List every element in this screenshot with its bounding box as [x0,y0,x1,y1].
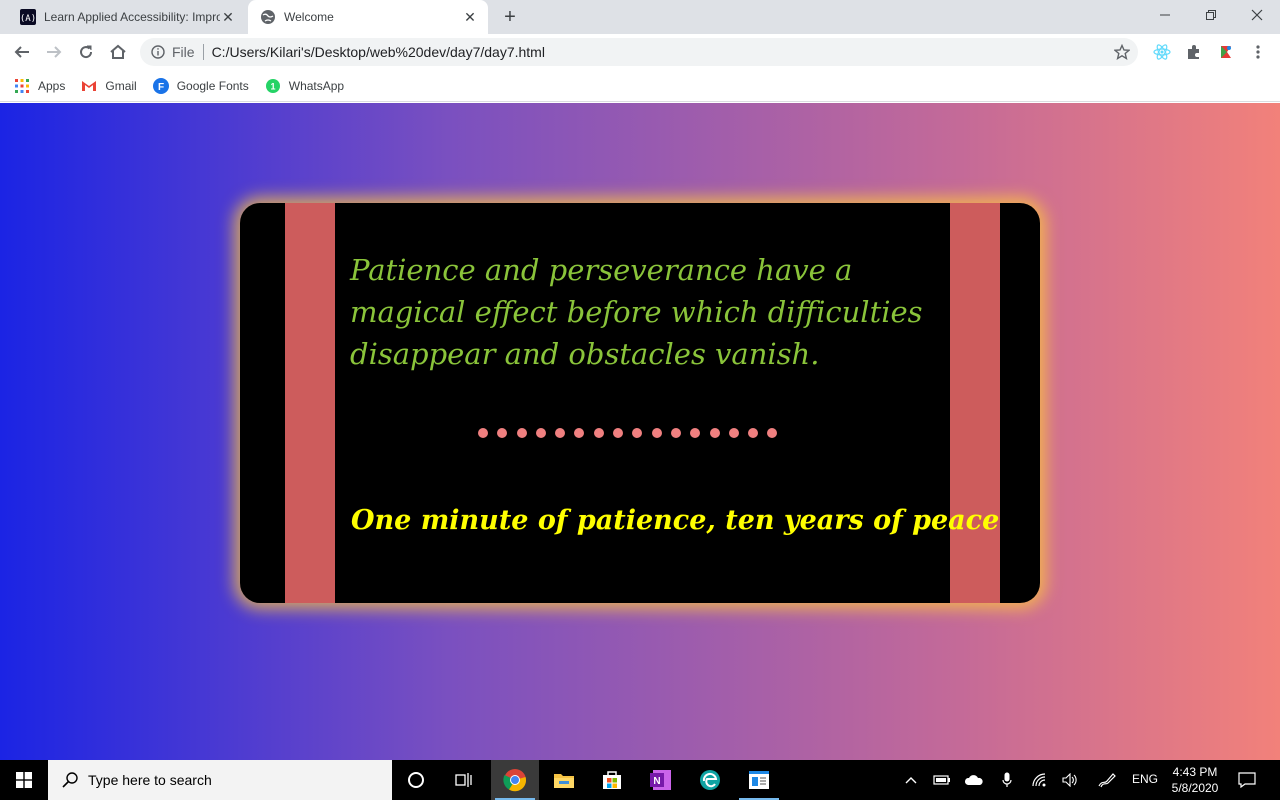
url-text[interactable]: C:/Users/Kilari's/Desktop/web%20dev/day7… [212,44,545,60]
extensions-puzzle-icon[interactable] [1184,42,1204,62]
bookmark-label: Gmail [105,78,137,93]
bookmark-star-icon[interactable] [1114,44,1130,60]
main-quote: Patience and perseverance have a magical… [350,253,923,371]
freecodecamp-icon: (A) [20,9,36,25]
close-icon[interactable]: ✕ [220,9,236,25]
microphone-icon[interactable] [996,760,1018,800]
divider-dot [574,428,585,438]
globe-icon [260,9,276,25]
svg-text:(A): (A) [20,14,36,24]
divider-dot [535,428,546,438]
tab-strip: (A) Learn Applied Accessibility: Impro ✕… [0,0,1280,34]
clock-time: 4:43 PM [1172,765,1218,779]
close-icon[interactable]: ✕ [462,9,478,25]
bookmark-label: Apps [38,78,66,93]
svg-text:1: 1 [270,81,275,91]
file-explorer-icon[interactable] [540,760,588,800]
whatsapp-icon: 1 [265,78,281,94]
search-placeholder: Type here to search [88,772,212,788]
svg-text:F: F [158,82,164,93]
task-view-icon[interactable] [440,760,488,800]
menu-kebab-icon[interactable] [1248,42,1268,62]
svg-text:N: N [653,776,660,787]
divider-dot [709,428,720,438]
onedrive-icon[interactable] [963,760,985,800]
home-icon[interactable] [104,38,132,66]
divider-dot [690,428,701,438]
taskbar-search-box[interactable]: Type here to search [48,760,392,800]
bookmark-label: WhatsApp [288,78,345,93]
info-icon[interactable] [150,44,166,60]
restore-icon[interactable] [1188,0,1234,30]
bookmark-apps[interactable]: Apps [14,78,65,94]
edge-icon[interactable] [686,760,734,800]
bookmark-label: Google Fonts [176,78,249,93]
bookmark-google-fonts[interactable]: F Google Fonts [152,77,249,94]
tab-title: Welcome [284,10,334,24]
address-bar[interactable]: File C:/Users/Kilari's/Desktop/web%20dev… [140,38,1138,66]
divider-dot [497,428,508,438]
forward-icon[interactable] [40,38,68,66]
minimize-icon[interactable] [1142,0,1188,30]
show-hidden-icons-chevron-icon[interactable] [900,760,922,800]
back-icon[interactable] [8,38,36,66]
tab-title: Learn Applied Accessibility: Impro [44,10,220,24]
page-viewport: Patience and perseverance have a magical… [0,103,1280,760]
tab-learn-applied-accessibility[interactable]: (A) Learn Applied Accessibility: Impro ✕ [8,0,246,34]
apps-grid-icon [14,78,30,94]
wifi-icon[interactable] [1029,760,1051,800]
notifications-icon[interactable] [1234,760,1260,800]
new-tab-button[interactable]: + [498,5,522,29]
divider-dot [767,428,778,438]
clock-date: 5/8/2020 [1171,781,1219,795]
divider-dot [593,428,604,438]
battery-icon[interactable] [931,760,953,800]
separator [202,44,204,60]
chrome-taskbar-icon[interactable] [491,760,539,800]
divider-dot [748,428,759,438]
divider-dot [613,428,624,438]
divider-dot [516,428,527,438]
divider-dot [670,428,681,438]
windows-taskbar: Type here to search N ENG 4:43 PM 5/8/20… [0,760,1280,800]
microsoft-store-icon[interactable] [588,760,636,800]
dot-divider [478,428,787,438]
clock[interactable]: 4:43 PM 5/8/2020 [1168,764,1222,796]
react-devtools-icon[interactable] [1152,42,1172,62]
quote-card: Patience and perseverance have a magical… [240,203,1040,603]
language-indicator[interactable]: ENG [1132,772,1158,786]
divider-dot [651,428,662,438]
windows-start-icon[interactable] [0,760,48,800]
divider-dot [555,428,566,438]
volume-icon[interactable] [1059,760,1081,800]
gmail-icon [81,78,97,94]
bookmark-whatsapp[interactable]: 1 WhatsApp [265,78,344,94]
google-fonts-icon: F [152,77,169,94]
bookmark-gmail[interactable]: Gmail [81,78,137,94]
divider-dot [478,428,488,438]
divider-dot [632,428,643,438]
close-window-icon[interactable] [1234,0,1280,30]
divider-dot [728,428,739,438]
notepad-icon[interactable] [735,760,783,800]
browser-toolbar: File C:/Users/Kilari's/Desktop/web%20dev… [0,34,1280,70]
reload-icon[interactable] [72,38,100,66]
pen-ink-icon[interactable] [1096,760,1118,800]
search-icon [60,770,80,790]
tab-welcome[interactable]: Welcome ✕ [248,0,488,34]
bookmarks-bar: Apps Gmail F Google Fonts 1 WhatsApp [0,70,1280,102]
sub-quote: One minute of patience, ten years of pea… [351,505,1000,536]
left-stripe [285,203,335,603]
cortana-icon[interactable] [392,760,440,800]
extension-icon[interactable] [1216,42,1236,62]
scheme-label: File [172,44,195,60]
onenote-icon[interactable]: N [637,760,685,800]
